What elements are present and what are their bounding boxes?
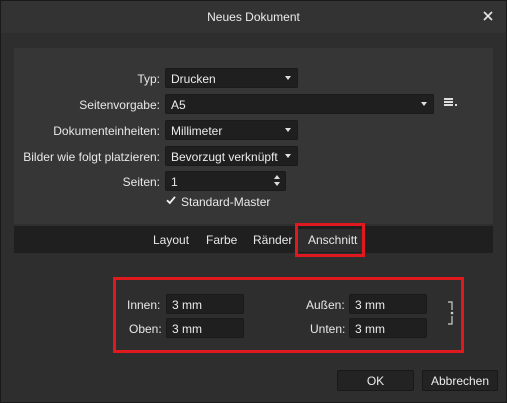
tab-highlight-box — [295, 223, 365, 257]
innen-field[interactable]: 3 mm — [166, 294, 244, 314]
innen-label: Innen: — [127, 298, 161, 312]
chevron-down-icon — [285, 128, 291, 132]
cancel-button[interactable]: Abbrechen — [422, 370, 498, 391]
spin-arrows-icon[interactable] — [274, 175, 281, 187]
bilder-select[interactable]: Bevorzugt verknüpft — [165, 146, 298, 166]
bilder-value: Bevorzugt verknüpft — [171, 150, 278, 164]
seitenvorgabe-select[interactable]: A5 — [165, 94, 434, 114]
tab-layout[interactable]: Layout — [153, 233, 189, 247]
aussen-field[interactable]: 3 mm — [349, 294, 427, 314]
seiten-label: Seiten: — [122, 175, 160, 189]
tab-raender[interactable]: Ränder — [253, 233, 292, 247]
ok-button[interactable]: OK — [337, 370, 414, 391]
innen-value: 3 mm — [172, 298, 202, 312]
unten-field[interactable]: 3 mm — [349, 318, 427, 338]
seitenvorgabe-value: A5 — [171, 98, 186, 112]
seiten-stepper[interactable]: 1 — [165, 171, 286, 191]
seiten-value: 1 — [171, 175, 178, 189]
seitenvorgabe-label: Seitenvorgabe: — [79, 98, 160, 112]
tab-bar: Layout Farbe Ränder Anschnitt — [14, 226, 493, 253]
bleed-highlight-box — [113, 277, 464, 353]
menu-icon[interactable] — [444, 97, 458, 107]
title-bar: Neues Dokument — [1, 1, 506, 33]
close-icon[interactable] — [480, 8, 496, 24]
chevron-down-icon — [285, 154, 291, 158]
unten-value: 3 mm — [355, 322, 385, 336]
bilder-label: Bilder wie folgt platzieren: — [23, 150, 160, 164]
dokumenteinheiten-select[interactable]: Millimeter — [165, 120, 298, 140]
dokumenteinheiten-value: Millimeter — [171, 124, 223, 138]
oben-label: Oben: — [129, 322, 162, 336]
aussen-value: 3 mm — [355, 298, 385, 312]
typ-select[interactable]: Drucken — [165, 68, 298, 88]
link-icon[interactable] — [445, 301, 455, 325]
window-title: Neues Dokument — [207, 10, 300, 24]
standard-master-checkbox[interactable] — [166, 195, 176, 205]
chevron-down-icon — [421, 102, 427, 106]
chevron-down-icon — [285, 76, 291, 80]
oben-field[interactable]: 3 mm — [166, 318, 244, 338]
standard-master-label: Standard-Master — [181, 195, 271, 209]
oben-value: 3 mm — [172, 322, 202, 336]
typ-value: Drucken — [171, 72, 216, 86]
typ-label: Typ: — [137, 72, 160, 86]
tab-farbe[interactable]: Farbe — [206, 233, 237, 247]
new-document-dialog: Neues Dokument Typ: Drucken Seitenvorgab… — [0, 0, 507, 403]
dokumenteinheiten-label: Dokumenteinheiten: — [53, 124, 160, 138]
unten-label: Unten: — [310, 322, 346, 336]
aussen-label: Außen: — [306, 298, 345, 312]
